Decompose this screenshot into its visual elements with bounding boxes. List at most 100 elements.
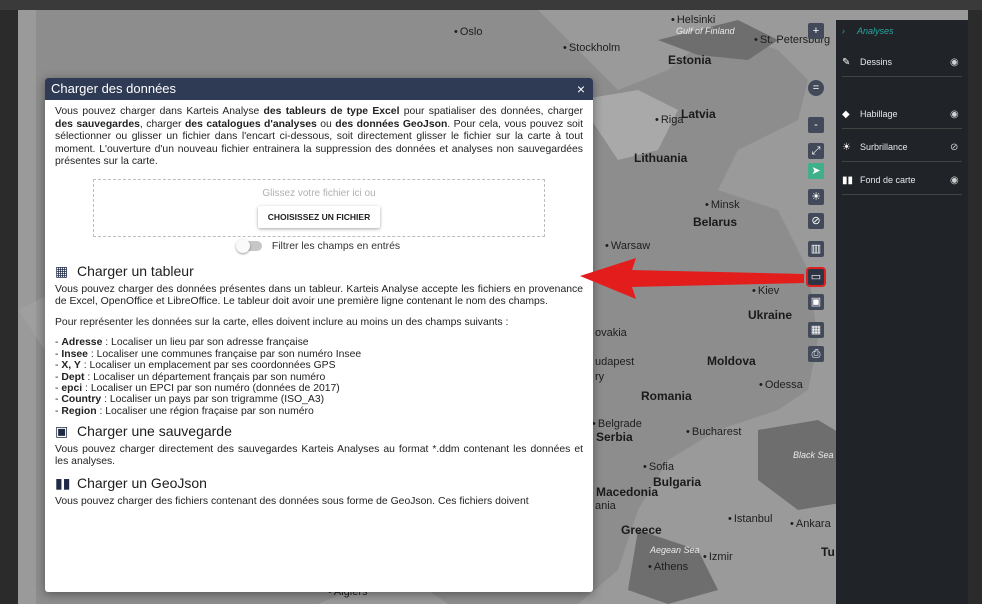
country-label: Lithuania bbox=[634, 151, 688, 165]
visibility-eye-icon[interactable]: ◉ bbox=[950, 57, 968, 68]
country-label: Ukraine bbox=[748, 308, 793, 322]
panel-layer-row[interactable]: ☀ Surbrillance ⊘ bbox=[836, 133, 968, 161]
section-paragraph: Vous pouvez charger directement des sauv… bbox=[55, 443, 583, 468]
chevron-right-icon[interactable]: › bbox=[842, 26, 845, 36]
city-label: Odessa bbox=[759, 379, 803, 391]
layers-toggle-button[interactable]: = bbox=[808, 80, 824, 96]
save-button[interactable]: ▣ bbox=[808, 294, 824, 310]
zoom-out-button[interactable]: - bbox=[808, 117, 824, 133]
select-tool-button[interactable]: ➤ bbox=[808, 163, 824, 179]
map-label-fragment: ry bbox=[595, 371, 605, 383]
choose-file-button[interactable]: CHOISISSEZ UN FICHIER bbox=[257, 205, 381, 228]
section-paragraph: Vous pouvez charger des fichiers contena… bbox=[55, 495, 529, 507]
visibility-eye-icon[interactable]: ◉ bbox=[950, 109, 968, 120]
field-desc: : Localiser un lieu par son adresse fran… bbox=[102, 337, 309, 349]
intro-part: Vous pouvez charger dans Karteis Analyse bbox=[55, 106, 264, 117]
country-label: Greece bbox=[621, 523, 662, 537]
panel-divider bbox=[842, 76, 962, 77]
field-item: - epci : Localiser un EPCI par son numér… bbox=[55, 383, 583, 394]
layer-icon: ◆ bbox=[842, 108, 850, 120]
highlight-tool-button[interactable]: ☀ bbox=[808, 189, 824, 205]
intro-part: , charger bbox=[139, 118, 185, 130]
intro-part: pour spatialiser des données, charger bbox=[399, 106, 583, 117]
layer-icon: ✎ bbox=[842, 56, 851, 68]
section-title-text: Charger un GeoJson bbox=[77, 474, 207, 491]
city-label: Belgrade bbox=[592, 418, 642, 430]
section-paragraph: Vous pouvez charger des données présente… bbox=[55, 283, 583, 308]
field-item: - Region : Localiser une région fraçaise… bbox=[55, 406, 583, 417]
visibility-eye-icon[interactable]: ◉ bbox=[950, 175, 968, 186]
fullscreen-button[interactable]: ⤢ bbox=[808, 143, 824, 159]
section-icon: ▣ bbox=[55, 423, 69, 440]
chart-tool-button[interactable]: ▥ bbox=[808, 241, 824, 257]
field-key: Insee bbox=[61, 348, 88, 360]
city-label: Helsinki bbox=[671, 14, 716, 26]
filter-fields-toggle[interactable] bbox=[235, 239, 262, 254]
field-key: epci bbox=[61, 382, 83, 394]
map-label-fragment: udapest bbox=[595, 356, 635, 368]
country-label: Moldova bbox=[707, 354, 756, 368]
field-item: - Adresse : Localiser un lieu par son ad… bbox=[55, 337, 583, 348]
intro-bold: des tableurs de type Excel bbox=[263, 106, 400, 117]
city-label: Riga bbox=[655, 114, 684, 126]
city-label: Ankara bbox=[790, 518, 831, 530]
close-icon[interactable]: × bbox=[577, 78, 585, 100]
modal-sections: ▦ Charger un tableur Vous pouvez charger d… bbox=[55, 262, 583, 508]
panel-layer-row[interactable]: ▮▮ Fond de carte ◉ bbox=[836, 166, 968, 194]
country-label: Macedonia bbox=[596, 485, 659, 499]
image-export-button[interactable]: ▦ bbox=[808, 322, 824, 338]
city-label: Istanbul bbox=[728, 513, 773, 525]
panel-title-text: Analyses bbox=[857, 26, 894, 36]
field-key: Adresse bbox=[61, 337, 103, 349]
panel-divider bbox=[842, 194, 962, 195]
sea-label: Black Sea bbox=[793, 450, 834, 460]
city-label: Warsaw bbox=[605, 240, 650, 252]
field-desc: : Localiser un emplacement par ses coord… bbox=[80, 360, 336, 372]
panel-layer-row[interactable]: ◆ Habillage ◉ bbox=[836, 100, 968, 128]
field-desc: : Localiser un département français par … bbox=[84, 371, 326, 383]
section-title: ▦ Charger un tableur bbox=[55, 262, 583, 279]
intro-bold: des données GeoJson bbox=[335, 118, 448, 130]
country-label: Bulgaria bbox=[653, 475, 702, 489]
section-title-text: Charger un tableur bbox=[77, 262, 194, 279]
modal-header: Charger des données × bbox=[45, 78, 593, 100]
section-title: ▣ Charger une sauvegarde bbox=[55, 423, 583, 440]
country-label: Estonia bbox=[668, 53, 712, 67]
zoom-in-button[interactable]: + bbox=[808, 23, 824, 39]
field-item: - X, Y : Localiser un emplacement par se… bbox=[55, 360, 583, 371]
print-button[interactable]: ⎙ bbox=[808, 346, 824, 362]
city-label: Athens bbox=[648, 561, 688, 573]
country-label: Tu bbox=[821, 545, 835, 559]
layer-label: Surbrillance bbox=[860, 142, 908, 152]
measure-tool-button[interactable]: ⊘ bbox=[808, 213, 824, 229]
intro-part: ou bbox=[316, 118, 336, 130]
panel-divider bbox=[842, 161, 962, 162]
city-label: Oslo bbox=[454, 26, 483, 38]
file-dropzone[interactable]: Glissez votre fichier ici ou CHOISISSEZ … bbox=[93, 178, 545, 237]
dropzone-text: Glissez votre fichier ici ou bbox=[262, 187, 376, 199]
filter-toggle-row: Filtrer les champs en entrés bbox=[55, 239, 583, 257]
country-label: Serbia bbox=[596, 430, 633, 444]
field-desc: : Localiser un pays par son trigramme (I… bbox=[101, 394, 325, 406]
intro-bold: des sauvegardes bbox=[55, 118, 140, 130]
section-title-text: Charger une sauvegarde bbox=[77, 423, 232, 440]
field-list: - Adresse : Localiser un lieu par son ad… bbox=[55, 337, 583, 417]
intro-text: Vous pouvez charger dans Karteis Analyse… bbox=[55, 106, 583, 169]
filter-fields-label: Filtrer les champs en entrés bbox=[271, 240, 401, 252]
panel-divider bbox=[842, 128, 962, 129]
layer-icon: ☀ bbox=[842, 141, 851, 153]
open-folder-button[interactable]: ▭ bbox=[808, 269, 824, 285]
city-label: Bucharest bbox=[686, 426, 742, 438]
section-icon: ▮▮ bbox=[55, 474, 71, 491]
section-paragraph: Pour représenter les données sur la cart… bbox=[55, 316, 509, 328]
visibility-eye-icon[interactable]: ⊘ bbox=[950, 142, 968, 153]
field-key: Dept bbox=[61, 371, 85, 383]
panel-layer-row[interactable]: ✎ Dessins ◉ bbox=[836, 48, 968, 76]
field-key: Region bbox=[61, 405, 97, 417]
field-desc: : Localiser une communes française par s… bbox=[87, 348, 362, 360]
analyses-panel: › Analyses ✎ Dessins ◉ ◆ Habillage ◉ ☀ Surbrilla… bbox=[836, 20, 968, 604]
city-label: Minsk bbox=[705, 199, 740, 211]
map-label-fragment: ania bbox=[595, 500, 616, 512]
load-data-modal: Charger des données × Vous pouvez charge… bbox=[45, 78, 593, 592]
modal-title: Charger des données bbox=[51, 81, 177, 96]
